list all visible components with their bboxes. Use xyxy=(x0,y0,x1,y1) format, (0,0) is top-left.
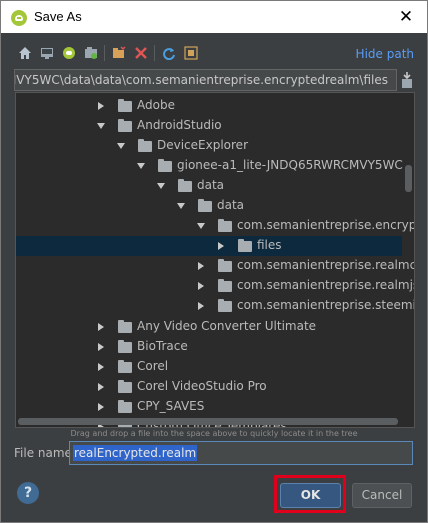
expand-arrow-icon[interactable] xyxy=(218,242,224,250)
tree-row-label: data xyxy=(197,178,225,192)
file-name-input[interactable]: realEncrypted.realm xyxy=(69,441,413,465)
tree-row[interactable]: BioTrace xyxy=(16,337,402,357)
file-name-label: File name: xyxy=(14,446,76,460)
collapse-arrow-icon[interactable] xyxy=(97,123,105,129)
tree-row-label: data xyxy=(217,198,245,212)
android-studio-icon xyxy=(11,10,27,26)
folder-icon xyxy=(118,99,132,112)
drag-drop-hint: Drag and drop a file into the space abov… xyxy=(70,429,358,438)
tree-row[interactable]: com.semanientreprise.steemidcar xyxy=(16,296,414,316)
tree-row-label: Adobe xyxy=(137,98,175,112)
folder-icon xyxy=(178,179,192,192)
tree-row[interactable]: gionee-a1_lite-JNDQ65RWRCMVY5WC xyxy=(16,156,403,176)
tree-row[interactable]: AndroidStudio xyxy=(16,116,402,136)
path-text: \WRCMVY5WC\data\data\com.semanientrepris… xyxy=(14,73,388,87)
tree-row-label: com.semanientreprise.encryptedr xyxy=(237,218,415,232)
refresh-icon[interactable] xyxy=(160,42,178,64)
desktop-icon[interactable] xyxy=(38,42,56,64)
ok-button[interactable]: OK xyxy=(280,483,341,508)
project-icon[interactable] xyxy=(82,42,100,64)
expand-arrow-icon[interactable] xyxy=(98,102,104,110)
expand-arrow-icon[interactable] xyxy=(98,403,104,411)
tree-row-label: gionee-a1_lite-JNDQ65RWRCMVY5WC xyxy=(177,158,403,172)
toolbar-divider xyxy=(154,45,155,61)
download-refresh-icon[interactable] xyxy=(401,71,413,89)
tree-row-label: com.semanientreprise.steemidcar xyxy=(237,298,415,312)
tree-row[interactable]: CPY_SAVES xyxy=(16,397,402,417)
folder-icon xyxy=(218,219,232,232)
folder-icon xyxy=(218,279,232,292)
show-hidden-icon[interactable] xyxy=(182,42,200,64)
tree-row-label: Corel VideoStudio Pro xyxy=(137,379,267,393)
tree-row-label: CPY_SAVES xyxy=(137,399,205,413)
collapse-arrow-icon[interactable] xyxy=(157,183,165,189)
delete-icon[interactable] xyxy=(132,42,150,64)
tree-row-label: DeviceExplorer xyxy=(157,138,249,152)
tree-row[interactable]: Any Video Converter Ultimate xyxy=(16,317,402,337)
collapse-arrow-icon[interactable] xyxy=(197,223,205,229)
file-name-value: realEncrypted.realm xyxy=(73,445,198,461)
file-tree[interactable]: Adobe AndroidStudio DeviceExplorer gione… xyxy=(15,92,415,428)
tree-row[interactable]: Corel xyxy=(16,357,402,377)
expand-arrow-icon[interactable] xyxy=(98,343,104,351)
folder-icon xyxy=(118,119,132,132)
horizontal-scrollbar[interactable] xyxy=(18,418,398,425)
folder-icon xyxy=(218,259,232,272)
tree-row-selected[interactable]: files xyxy=(16,236,402,256)
toolbar-divider xyxy=(104,45,105,61)
tree-row-label: com.semanientreprise.realmconta xyxy=(237,258,415,272)
folder-icon xyxy=(198,199,212,212)
vertical-scrollbar[interactable] xyxy=(405,165,412,192)
help-button[interactable]: ? xyxy=(17,482,39,504)
home-icon[interactable] xyxy=(16,42,34,64)
tree-row[interactable]: com.semanientreprise.encryptedr xyxy=(16,216,414,236)
tree-row-label: AndroidStudio xyxy=(137,118,222,132)
title-bar: Save As ✕ xyxy=(0,0,428,33)
tree-row-label: BioTrace xyxy=(137,339,188,353)
hide-path-link[interactable]: Hide path xyxy=(356,47,414,61)
folder-icon xyxy=(238,239,252,252)
cancel-button[interactable]: Cancel xyxy=(352,483,412,508)
folder-icon xyxy=(118,400,132,413)
expand-arrow-icon[interactable] xyxy=(198,302,204,310)
android-icon[interactable] xyxy=(60,42,78,64)
expand-arrow-icon[interactable] xyxy=(198,262,204,270)
tree-row-label: files xyxy=(257,238,282,252)
tree-row[interactable]: DeviceExplorer xyxy=(16,136,402,156)
tree-row[interactable]: com.semanientreprise.realmconta xyxy=(16,256,414,276)
folder-icon xyxy=(118,320,132,333)
collapse-arrow-icon[interactable] xyxy=(137,163,145,169)
collapse-arrow-icon[interactable] xyxy=(177,203,185,209)
tree-row-label: Any Video Converter Ultimate xyxy=(137,319,317,333)
expand-arrow-icon[interactable] xyxy=(198,282,204,290)
tree-row-label: Corel xyxy=(137,359,169,373)
close-icon[interactable]: ✕ xyxy=(391,4,421,30)
path-field[interactable]: \WRCMVY5WC\data\data\com.semanientrepris… xyxy=(14,69,397,91)
tree-row[interactable]: data xyxy=(16,176,402,196)
tree-row-label: com.semanientreprise.realmjson xyxy=(237,278,415,292)
folder-icon xyxy=(218,299,232,312)
window-title: Save As xyxy=(34,9,82,24)
tree-row[interactable]: Adobe xyxy=(16,96,402,116)
tree-row[interactable]: com.semanientreprise.realmjson xyxy=(16,276,414,296)
folder-icon xyxy=(138,139,152,152)
new-folder-icon[interactable] xyxy=(110,42,128,64)
folder-icon xyxy=(118,360,132,373)
expand-arrow-icon[interactable] xyxy=(98,323,104,331)
expand-arrow-icon[interactable] xyxy=(98,383,104,391)
expand-arrow-icon[interactable] xyxy=(98,363,104,371)
folder-icon xyxy=(118,340,132,353)
tree-row[interactable]: Corel VideoStudio Pro xyxy=(16,377,402,397)
collapse-arrow-icon[interactable] xyxy=(117,143,125,149)
folder-icon xyxy=(158,159,172,172)
tree-row[interactable]: data xyxy=(16,196,402,216)
folder-icon xyxy=(118,380,132,393)
toolbar xyxy=(16,42,316,64)
